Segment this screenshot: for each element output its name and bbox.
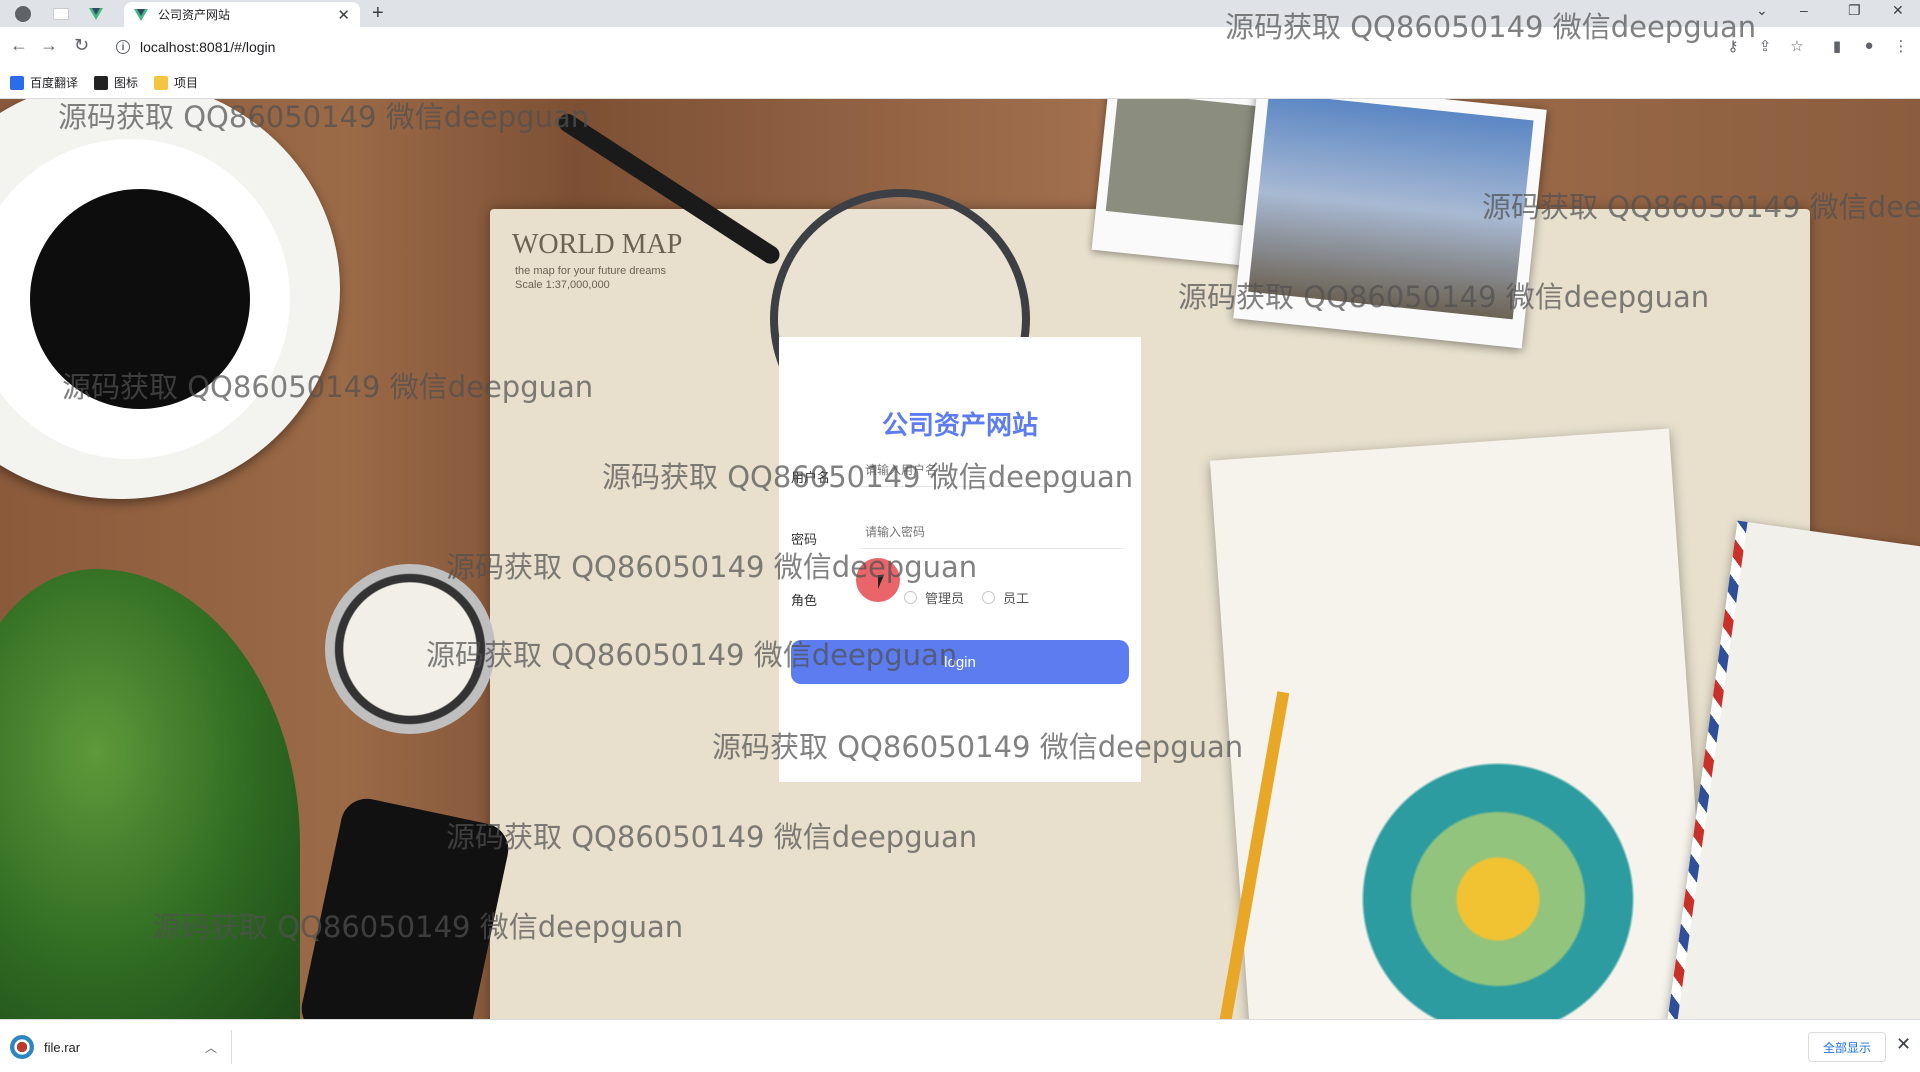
mouse-cursor-icon	[878, 575, 884, 589]
tab-strip: 公司资产网站 ✕ + ⌄ – ❐ ✕	[0, 0, 1920, 27]
pinned-tab-globe[interactable]	[6, 0, 40, 27]
arrow-left-icon[interactable]: ←	[10, 35, 28, 56]
tab-active[interactable]: 公司资产网站 ✕	[124, 2, 360, 27]
role-radio-group: 管理员 员工	[904, 588, 1029, 607]
restore-button[interactable]: ❐	[1848, 2, 1861, 19]
photo-eiffel-inner	[1248, 99, 1534, 320]
role-option-label: 员工	[1003, 591, 1030, 606]
close-window-button[interactable]: ✕	[1892, 2, 1904, 19]
role-option-label: 管理员	[925, 591, 965, 606]
vue-logo-icon	[134, 8, 148, 21]
download-file-name: file.rar	[44, 1039, 81, 1055]
bookmark-label: 项目	[174, 76, 199, 90]
password-input[interactable]	[861, 515, 1123, 549]
login-form: 公司资产网站 用户名 密码 角色 管理员 员工 login	[779, 337, 1141, 782]
tab-title: 公司资产网站	[158, 8, 231, 22]
pinned-tab-page[interactable]	[44, 0, 78, 27]
side-panel-icon[interactable]: ▮	[1828, 37, 1846, 55]
vue-logo-icon	[89, 7, 103, 20]
map-subtitle: the map for your future dreams	[515, 265, 667, 277]
key-icon[interactable]: ⚷	[1724, 37, 1742, 55]
bookmark-project-folder[interactable]: 项目	[154, 74, 198, 91]
chevron-up-icon[interactable]: ︿	[205, 1039, 217, 1056]
photo-building-inner	[1105, 99, 1268, 227]
address-bar: ← → ↻ i localhost:8081/#/login ⚷ ⇪ ☆ ▮ ●…	[0, 27, 1920, 67]
translate-icon	[10, 75, 24, 90]
role-label: 角色	[791, 593, 818, 608]
bookmark-label: 图标	[114, 76, 139, 90]
download-item[interactable]: file.rar ︿	[10, 1030, 232, 1064]
flag-icon	[94, 75, 109, 90]
login-title: 公司资产网站	[881, 410, 1038, 440]
username-label: 用户名	[791, 470, 831, 485]
password-label: 密码	[791, 532, 818, 547]
globe-icon	[15, 5, 31, 22]
downloads-bar: file.rar ︿ 全部显示 ✕	[0, 1019, 1920, 1072]
bookmarks-bar: 百度翻译 图标 项目	[0, 67, 1920, 99]
profile-icon[interactable]: ●	[1860, 37, 1878, 55]
reload-icon[interactable]: ↻	[74, 35, 89, 56]
phone-image	[296, 793, 514, 1019]
url-text: localhost:8081/#/login	[140, 39, 276, 55]
login-button[interactable]: login	[791, 640, 1129, 684]
close-tab-icon[interactable]: ✕	[337, 6, 350, 24]
close-downloads-icon[interactable]: ✕	[1896, 1034, 1911, 1055]
info-icon[interactable]: i	[116, 40, 130, 54]
show-all-downloads-button[interactable]: 全部显示	[1808, 1032, 1887, 1062]
coffee-image	[30, 189, 250, 409]
username-input[interactable]	[861, 453, 1123, 487]
bookmark-label: 百度翻译	[30, 76, 79, 90]
new-tab-button[interactable]: +	[372, 2, 384, 25]
role-radio-admin[interactable]: 管理员	[904, 588, 964, 607]
share-icon[interactable]: ⇪	[1756, 37, 1774, 55]
radio-circle[interactable]	[982, 591, 996, 604]
star-icon[interactable]: ☆	[1788, 37, 1806, 55]
arrow-right-icon[interactable]: →	[40, 35, 58, 56]
role-radio-employee[interactable]: 员工	[982, 588, 1029, 607]
compass-image	[325, 564, 495, 734]
bookmark-icons[interactable]: 图标	[94, 74, 138, 91]
chevron-down-icon[interactable]: ⌄	[1756, 2, 1768, 19]
page-icon	[53, 7, 69, 20]
pinned-tab-vue[interactable]	[84, 0, 118, 27]
photo-eiffel-tower	[1233, 99, 1547, 349]
folder-icon	[154, 75, 169, 90]
plant-image	[0, 569, 300, 1019]
bookmark-translate[interactable]: 百度翻译	[10, 74, 78, 91]
kebab-menu-icon[interactable]: ⋮	[1892, 37, 1910, 55]
map-scale: Scale 1:37,000,000	[515, 279, 610, 291]
collage-art-image	[1300, 719, 1660, 1019]
radio-circle[interactable]	[904, 591, 917, 604]
archive-file-icon	[10, 1035, 34, 1059]
url-field[interactable]: i localhost:8081/#/login	[106, 33, 1706, 61]
map-title: WORLD MAP	[512, 229, 683, 260]
minimize-button[interactable]: –	[1800, 2, 1808, 18]
